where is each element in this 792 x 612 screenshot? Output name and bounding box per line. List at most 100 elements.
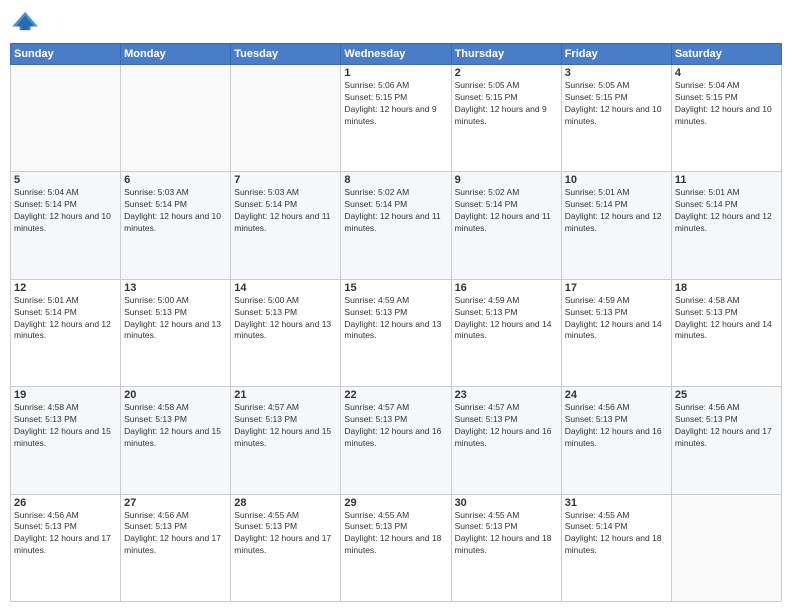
page: SundayMondayTuesdayWednesdayThursdayFrid… xyxy=(0,0,792,612)
day-number: 6 xyxy=(124,174,227,186)
day-info: Sunrise: 4:59 AM Sunset: 5:13 PM Dayligh… xyxy=(344,295,447,343)
calendar-cell: 15 Sunrise: 4:59 AM Sunset: 5:13 PM Dayl… xyxy=(341,279,451,386)
day-number: 1 xyxy=(344,67,447,79)
day-info: Sunrise: 4:57 AM Sunset: 5:13 PM Dayligh… xyxy=(455,402,558,450)
day-info: Sunrise: 5:01 AM Sunset: 5:14 PM Dayligh… xyxy=(565,187,668,235)
day-number: 5 xyxy=(14,174,117,186)
weekday-header-row: SundayMondayTuesdayWednesdayThursdayFrid… xyxy=(11,44,782,65)
calendar-cell: 5 Sunrise: 5:04 AM Sunset: 5:14 PM Dayli… xyxy=(11,172,121,279)
day-number: 16 xyxy=(455,282,558,294)
day-number: 28 xyxy=(234,497,337,509)
calendar-cell: 21 Sunrise: 4:57 AM Sunset: 5:13 PM Dayl… xyxy=(231,387,341,494)
calendar-cell: 12 Sunrise: 5:01 AM Sunset: 5:14 PM Dayl… xyxy=(11,279,121,386)
calendar-cell: 26 Sunrise: 4:56 AM Sunset: 5:13 PM Dayl… xyxy=(11,494,121,601)
day-info: Sunrise: 5:03 AM Sunset: 5:14 PM Dayligh… xyxy=(234,187,337,235)
day-number: 25 xyxy=(675,389,778,401)
day-number: 27 xyxy=(124,497,227,509)
calendar-cell: 1 Sunrise: 5:06 AM Sunset: 5:15 PM Dayli… xyxy=(341,65,451,172)
weekday-header-thursday: Thursday xyxy=(451,44,561,65)
calendar-cell: 9 Sunrise: 5:02 AM Sunset: 5:14 PM Dayli… xyxy=(451,172,561,279)
calendar-cell: 20 Sunrise: 4:58 AM Sunset: 5:13 PM Dayl… xyxy=(121,387,231,494)
day-info: Sunrise: 4:55 AM Sunset: 5:13 PM Dayligh… xyxy=(234,510,337,558)
calendar-cell: 10 Sunrise: 5:01 AM Sunset: 5:14 PM Dayl… xyxy=(561,172,671,279)
day-info: Sunrise: 5:00 AM Sunset: 5:13 PM Dayligh… xyxy=(234,295,337,343)
day-info: Sunrise: 4:57 AM Sunset: 5:13 PM Dayligh… xyxy=(344,402,447,450)
weekday-header-monday: Monday xyxy=(121,44,231,65)
calendar-cell: 6 Sunrise: 5:03 AM Sunset: 5:14 PM Dayli… xyxy=(121,172,231,279)
calendar-cell: 14 Sunrise: 5:00 AM Sunset: 5:13 PM Dayl… xyxy=(231,279,341,386)
day-info: Sunrise: 4:56 AM Sunset: 5:13 PM Dayligh… xyxy=(675,402,778,450)
calendar-cell: 31 Sunrise: 4:55 AM Sunset: 5:14 PM Dayl… xyxy=(561,494,671,601)
day-info: Sunrise: 4:59 AM Sunset: 5:13 PM Dayligh… xyxy=(455,295,558,343)
day-number: 10 xyxy=(565,174,668,186)
day-number: 8 xyxy=(344,174,447,186)
day-number: 30 xyxy=(455,497,558,509)
day-number: 21 xyxy=(234,389,337,401)
day-info: Sunrise: 5:00 AM Sunset: 5:13 PM Dayligh… xyxy=(124,295,227,343)
calendar-cell: 3 Sunrise: 5:05 AM Sunset: 5:15 PM Dayli… xyxy=(561,65,671,172)
day-info: Sunrise: 5:06 AM Sunset: 5:15 PM Dayligh… xyxy=(344,80,447,128)
weekday-header-wednesday: Wednesday xyxy=(341,44,451,65)
calendar-cell: 24 Sunrise: 4:56 AM Sunset: 5:13 PM Dayl… xyxy=(561,387,671,494)
calendar-cell xyxy=(11,65,121,172)
calendar-cell: 23 Sunrise: 4:57 AM Sunset: 5:13 PM Dayl… xyxy=(451,387,561,494)
day-number: 29 xyxy=(344,497,447,509)
day-info: Sunrise: 5:03 AM Sunset: 5:14 PM Dayligh… xyxy=(124,187,227,235)
weekday-header-sunday: Sunday xyxy=(11,44,121,65)
day-number: 14 xyxy=(234,282,337,294)
calendar-cell: 29 Sunrise: 4:55 AM Sunset: 5:13 PM Dayl… xyxy=(341,494,451,601)
day-number: 3 xyxy=(565,67,668,79)
day-number: 7 xyxy=(234,174,337,186)
logo-icon xyxy=(12,10,40,32)
week-row-2: 5 Sunrise: 5:04 AM Sunset: 5:14 PM Dayli… xyxy=(11,172,782,279)
calendar-cell: 16 Sunrise: 4:59 AM Sunset: 5:13 PM Dayl… xyxy=(451,279,561,386)
calendar-cell: 28 Sunrise: 4:55 AM Sunset: 5:13 PM Dayl… xyxy=(231,494,341,601)
week-row-5: 26 Sunrise: 4:56 AM Sunset: 5:13 PM Dayl… xyxy=(11,494,782,601)
calendar-cell xyxy=(121,65,231,172)
day-number: 13 xyxy=(124,282,227,294)
day-info: Sunrise: 5:01 AM Sunset: 5:14 PM Dayligh… xyxy=(14,295,117,343)
day-info: Sunrise: 5:02 AM Sunset: 5:14 PM Dayligh… xyxy=(455,187,558,235)
day-number: 19 xyxy=(14,389,117,401)
day-info: Sunrise: 4:58 AM Sunset: 5:13 PM Dayligh… xyxy=(675,295,778,343)
calendar-cell xyxy=(671,494,781,601)
week-row-3: 12 Sunrise: 5:01 AM Sunset: 5:14 PM Dayl… xyxy=(11,279,782,386)
day-number: 4 xyxy=(675,67,778,79)
day-info: Sunrise: 4:56 AM Sunset: 5:13 PM Dayligh… xyxy=(124,510,227,558)
day-number: 26 xyxy=(14,497,117,509)
day-info: Sunrise: 4:59 AM Sunset: 5:13 PM Dayligh… xyxy=(565,295,668,343)
day-info: Sunrise: 4:57 AM Sunset: 5:13 PM Dayligh… xyxy=(234,402,337,450)
day-number: 9 xyxy=(455,174,558,186)
day-info: Sunrise: 4:58 AM Sunset: 5:13 PM Dayligh… xyxy=(124,402,227,450)
weekday-header-tuesday: Tuesday xyxy=(231,44,341,65)
day-info: Sunrise: 5:04 AM Sunset: 5:15 PM Dayligh… xyxy=(675,80,778,128)
calendar-cell: 18 Sunrise: 4:58 AM Sunset: 5:13 PM Dayl… xyxy=(671,279,781,386)
week-row-4: 19 Sunrise: 4:58 AM Sunset: 5:13 PM Dayl… xyxy=(11,387,782,494)
weekday-header-saturday: Saturday xyxy=(671,44,781,65)
calendar-cell: 22 Sunrise: 4:57 AM Sunset: 5:13 PM Dayl… xyxy=(341,387,451,494)
day-number: 20 xyxy=(124,389,227,401)
calendar-cell: 13 Sunrise: 5:00 AM Sunset: 5:13 PM Dayl… xyxy=(121,279,231,386)
calendar-table: SundayMondayTuesdayWednesdayThursdayFrid… xyxy=(10,43,782,602)
day-number: 12 xyxy=(14,282,117,294)
calendar-cell: 25 Sunrise: 4:56 AM Sunset: 5:13 PM Dayl… xyxy=(671,387,781,494)
day-info: Sunrise: 4:58 AM Sunset: 5:13 PM Dayligh… xyxy=(14,402,117,450)
day-number: 11 xyxy=(675,174,778,186)
day-info: Sunrise: 4:56 AM Sunset: 5:13 PM Dayligh… xyxy=(565,402,668,450)
calendar-cell: 4 Sunrise: 5:04 AM Sunset: 5:15 PM Dayli… xyxy=(671,65,781,172)
calendar-cell: 17 Sunrise: 4:59 AM Sunset: 5:13 PM Dayl… xyxy=(561,279,671,386)
day-info: Sunrise: 5:02 AM Sunset: 5:14 PM Dayligh… xyxy=(344,187,447,235)
day-number: 31 xyxy=(565,497,668,509)
calendar-cell: 8 Sunrise: 5:02 AM Sunset: 5:14 PM Dayli… xyxy=(341,172,451,279)
day-number: 17 xyxy=(565,282,668,294)
calendar-cell: 2 Sunrise: 5:05 AM Sunset: 5:15 PM Dayli… xyxy=(451,65,561,172)
day-info: Sunrise: 4:55 AM Sunset: 5:13 PM Dayligh… xyxy=(344,510,447,558)
day-number: 18 xyxy=(675,282,778,294)
day-info: Sunrise: 4:55 AM Sunset: 5:13 PM Dayligh… xyxy=(455,510,558,558)
day-number: 15 xyxy=(344,282,447,294)
day-info: Sunrise: 4:55 AM Sunset: 5:14 PM Dayligh… xyxy=(565,510,668,558)
calendar-cell: 7 Sunrise: 5:03 AM Sunset: 5:14 PM Dayli… xyxy=(231,172,341,279)
day-info: Sunrise: 5:01 AM Sunset: 5:14 PM Dayligh… xyxy=(675,187,778,235)
day-number: 22 xyxy=(344,389,447,401)
calendar-cell: 19 Sunrise: 4:58 AM Sunset: 5:13 PM Dayl… xyxy=(11,387,121,494)
